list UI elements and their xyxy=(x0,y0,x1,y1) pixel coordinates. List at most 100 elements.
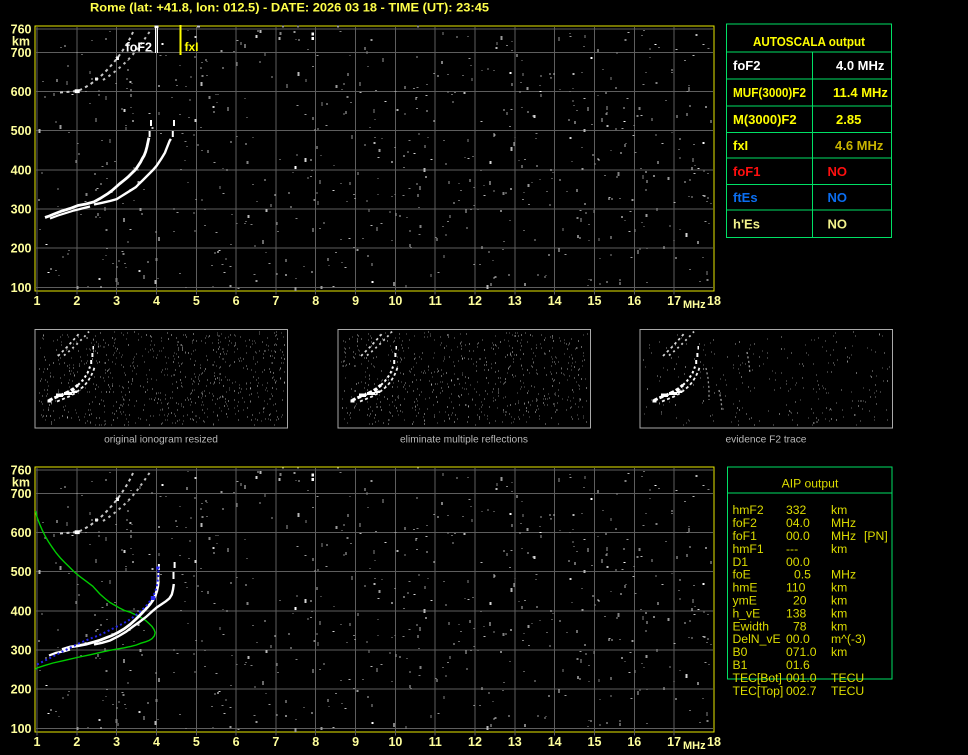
svg-text:3: 3 xyxy=(113,294,120,308)
svg-text:200: 200 xyxy=(11,683,32,697)
svg-text:km: km xyxy=(831,594,847,608)
svg-text:600: 600 xyxy=(11,526,32,540)
svg-text:Ewidth: Ewidth xyxy=(733,619,770,633)
svg-text:6: 6 xyxy=(233,735,240,749)
svg-text:332: 332 xyxy=(786,503,807,517)
svg-text:4.0 MHz: 4.0 MHz xyxy=(836,58,885,73)
svg-text:15: 15 xyxy=(588,735,602,749)
svg-text:12: 12 xyxy=(468,294,482,308)
svg-text:100: 100 xyxy=(11,281,32,295)
svg-text:1: 1 xyxy=(34,294,41,308)
svg-text:14: 14 xyxy=(548,294,562,308)
svg-text:6: 6 xyxy=(233,294,240,308)
svg-text:2.85: 2.85 xyxy=(836,112,861,127)
svg-text:100: 100 xyxy=(11,722,32,736)
svg-text:15: 15 xyxy=(588,294,602,308)
svg-text:16: 16 xyxy=(627,735,641,749)
svg-text:fxI: fxI xyxy=(185,40,199,54)
svg-text:7: 7 xyxy=(272,294,279,308)
svg-text:4: 4 xyxy=(153,735,160,749)
svg-text:00.0: 00.0 xyxy=(786,529,810,543)
svg-text:2: 2 xyxy=(73,735,80,749)
svg-text:AUTOSCALA output: AUTOSCALA output xyxy=(753,34,866,49)
svg-text:01.6: 01.6 xyxy=(786,658,810,672)
svg-text:00.0: 00.0 xyxy=(786,632,810,646)
svg-text:hmE: hmE xyxy=(733,581,758,595)
svg-text:NO: NO xyxy=(828,216,848,231)
svg-text:M(3000)F2: M(3000)F2 xyxy=(733,112,797,127)
svg-text:AIP output: AIP output xyxy=(782,477,839,491)
svg-text:Rome (lat: +41.8, lon: 012.5): Rome (lat: +41.8, lon: 012.5) - DATE: 20… xyxy=(90,1,489,15)
svg-text:3: 3 xyxy=(113,735,120,749)
svg-text:17: 17 xyxy=(667,735,681,749)
svg-text:km: km xyxy=(831,503,847,517)
svg-text:200: 200 xyxy=(11,242,32,256)
svg-text:2: 2 xyxy=(73,294,80,308)
svg-text:5: 5 xyxy=(193,294,200,308)
svg-text:D1: D1 xyxy=(733,555,749,569)
svg-text:1: 1 xyxy=(34,735,41,749)
svg-text:002.7: 002.7 xyxy=(786,684,817,698)
svg-text:km: km xyxy=(831,581,847,595)
svg-text:NO: NO xyxy=(828,164,848,179)
svg-text:MHz: MHz xyxy=(831,529,856,543)
svg-text:TEC[Top]: TEC[Top] xyxy=(733,684,784,698)
svg-text:300: 300 xyxy=(11,644,32,658)
svg-text:hmF2: hmF2 xyxy=(733,503,764,517)
svg-text:11: 11 xyxy=(429,294,442,308)
svg-text:B0: B0 xyxy=(733,645,748,659)
svg-text:11.4 MHz: 11.4 MHz xyxy=(833,85,888,100)
svg-text:10: 10 xyxy=(388,294,402,308)
svg-text:04.0: 04.0 xyxy=(786,516,810,530)
svg-text:km: km xyxy=(12,34,30,48)
svg-text:18: 18 xyxy=(707,735,721,749)
svg-text:evidence F2 trace: evidence F2 trace xyxy=(726,435,807,446)
svg-text:16: 16 xyxy=(627,294,641,308)
svg-text:400: 400 xyxy=(11,163,32,177)
svg-text:00.0: 00.0 xyxy=(786,555,810,569)
svg-text:MHz: MHz xyxy=(683,740,706,752)
svg-text:MUF(3000)F2: MUF(3000)F2 xyxy=(733,85,806,100)
svg-text:MHz: MHz xyxy=(683,299,706,311)
svg-text:foF2: foF2 xyxy=(733,58,760,73)
svg-text:foE: foE xyxy=(733,568,751,582)
svg-text:ftEs: ftEs xyxy=(733,190,758,205)
svg-text:original ionogram resized: original ionogram resized xyxy=(104,435,218,446)
svg-text:20: 20 xyxy=(793,594,807,608)
svg-text:km: km xyxy=(12,475,30,489)
svg-text:500: 500 xyxy=(11,124,32,138)
svg-text:TECU: TECU xyxy=(831,671,864,685)
svg-text:ymE: ymE xyxy=(733,594,757,608)
svg-text:km: km xyxy=(831,619,847,633)
svg-text:fxI: fxI xyxy=(733,138,748,153)
svg-text:500: 500 xyxy=(11,565,32,579)
svg-text:4: 4 xyxy=(153,294,160,308)
svg-text:[PN]: [PN] xyxy=(864,529,888,543)
svg-text:300: 300 xyxy=(11,203,32,217)
svg-text:13: 13 xyxy=(508,294,522,308)
svg-text:14: 14 xyxy=(548,735,562,749)
svg-text:MHz: MHz xyxy=(831,516,856,530)
svg-text:TEC[Bot]: TEC[Bot] xyxy=(733,671,782,685)
svg-text:MHz: MHz xyxy=(831,568,856,582)
svg-text:km: km xyxy=(831,606,847,620)
svg-text:hmF1: hmF1 xyxy=(733,542,764,556)
svg-text:foF2: foF2 xyxy=(126,41,152,55)
svg-text:eliminate multiple reflections: eliminate multiple reflections xyxy=(400,435,528,446)
svg-text:foF2: foF2 xyxy=(733,516,758,530)
svg-text:001.0: 001.0 xyxy=(786,671,817,685)
svg-text:13: 13 xyxy=(508,735,522,749)
svg-text:12: 12 xyxy=(468,735,482,749)
svg-text:foF1: foF1 xyxy=(733,164,760,179)
svg-text:10: 10 xyxy=(388,735,402,749)
svg-text:138: 138 xyxy=(786,606,807,620)
svg-text:600: 600 xyxy=(11,85,32,99)
svg-text:B1: B1 xyxy=(733,658,748,672)
svg-text:9: 9 xyxy=(352,735,359,749)
svg-text:110: 110 xyxy=(786,581,806,595)
svg-text:h'Es: h'Es xyxy=(733,216,760,231)
svg-text:4.6 MHz: 4.6 MHz xyxy=(835,138,884,153)
svg-text:400: 400 xyxy=(11,604,32,618)
svg-text:071.0: 071.0 xyxy=(786,645,817,659)
svg-text:8: 8 xyxy=(312,294,319,308)
